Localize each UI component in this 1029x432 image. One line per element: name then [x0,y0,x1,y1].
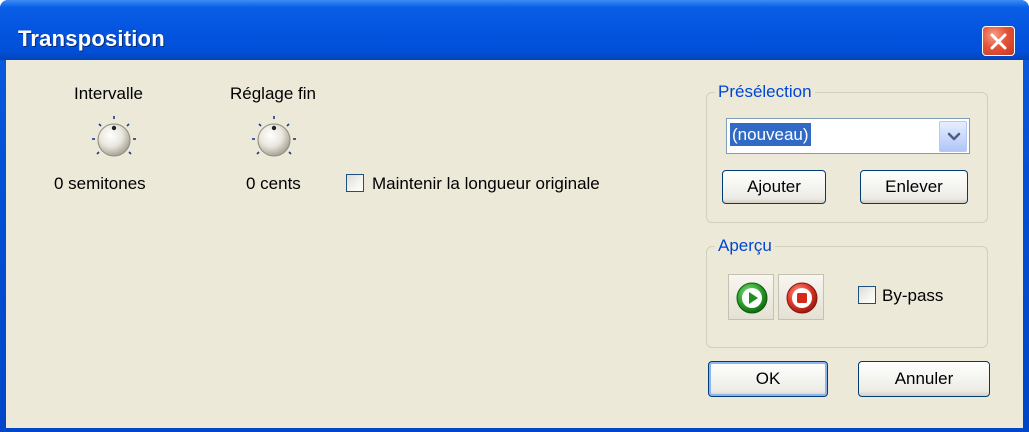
dropdown-button[interactable] [939,121,967,152]
dialog-title: Transposition [18,26,165,51]
title-bar[interactable]: Transposition [0,0,1029,60]
preset-group-title: Présélection [715,82,815,102]
remove-preset-button[interactable]: Enlever [860,170,968,204]
bypass-checkbox[interactable] [858,286,876,304]
keep-length-label[interactable]: Maintenir la longueur originale [372,174,600,194]
close-button[interactable] [982,26,1015,56]
fine-tune-label: Réglage fin [230,84,317,103]
dialog-body: Intervalle 0 semitones Réglage fin 0 cen… [6,60,1023,428]
chevron-down-icon [947,132,961,141]
keep-length-checkbox[interactable] [346,174,364,192]
bypass-label[interactable]: By-pass [882,286,943,306]
interval-value: 0 semitones [54,174,146,193]
fine-tune-knob[interactable] [248,112,300,172]
preset-select[interactable]: (nouveau) [726,118,970,154]
stop-button[interactable] [778,274,824,320]
dialog-window: Transposition Intervalle 0 semitones Rég… [0,0,1029,432]
close-icon [990,33,1007,50]
cancel-button[interactable]: Annuler [858,361,990,397]
ok-button[interactable]: OK [708,361,828,397]
fine-tune-value: 0 cents [246,174,301,193]
stop-icon [786,282,818,314]
add-preset-button[interactable]: Ajouter [722,170,826,204]
preset-select-value: (nouveau) [729,122,812,147]
interval-label: Intervalle [74,84,143,103]
preview-group-title: Aperçu [715,236,775,256]
interval-knob[interactable] [88,112,140,172]
play-icon [736,282,768,314]
play-button[interactable] [728,274,774,320]
